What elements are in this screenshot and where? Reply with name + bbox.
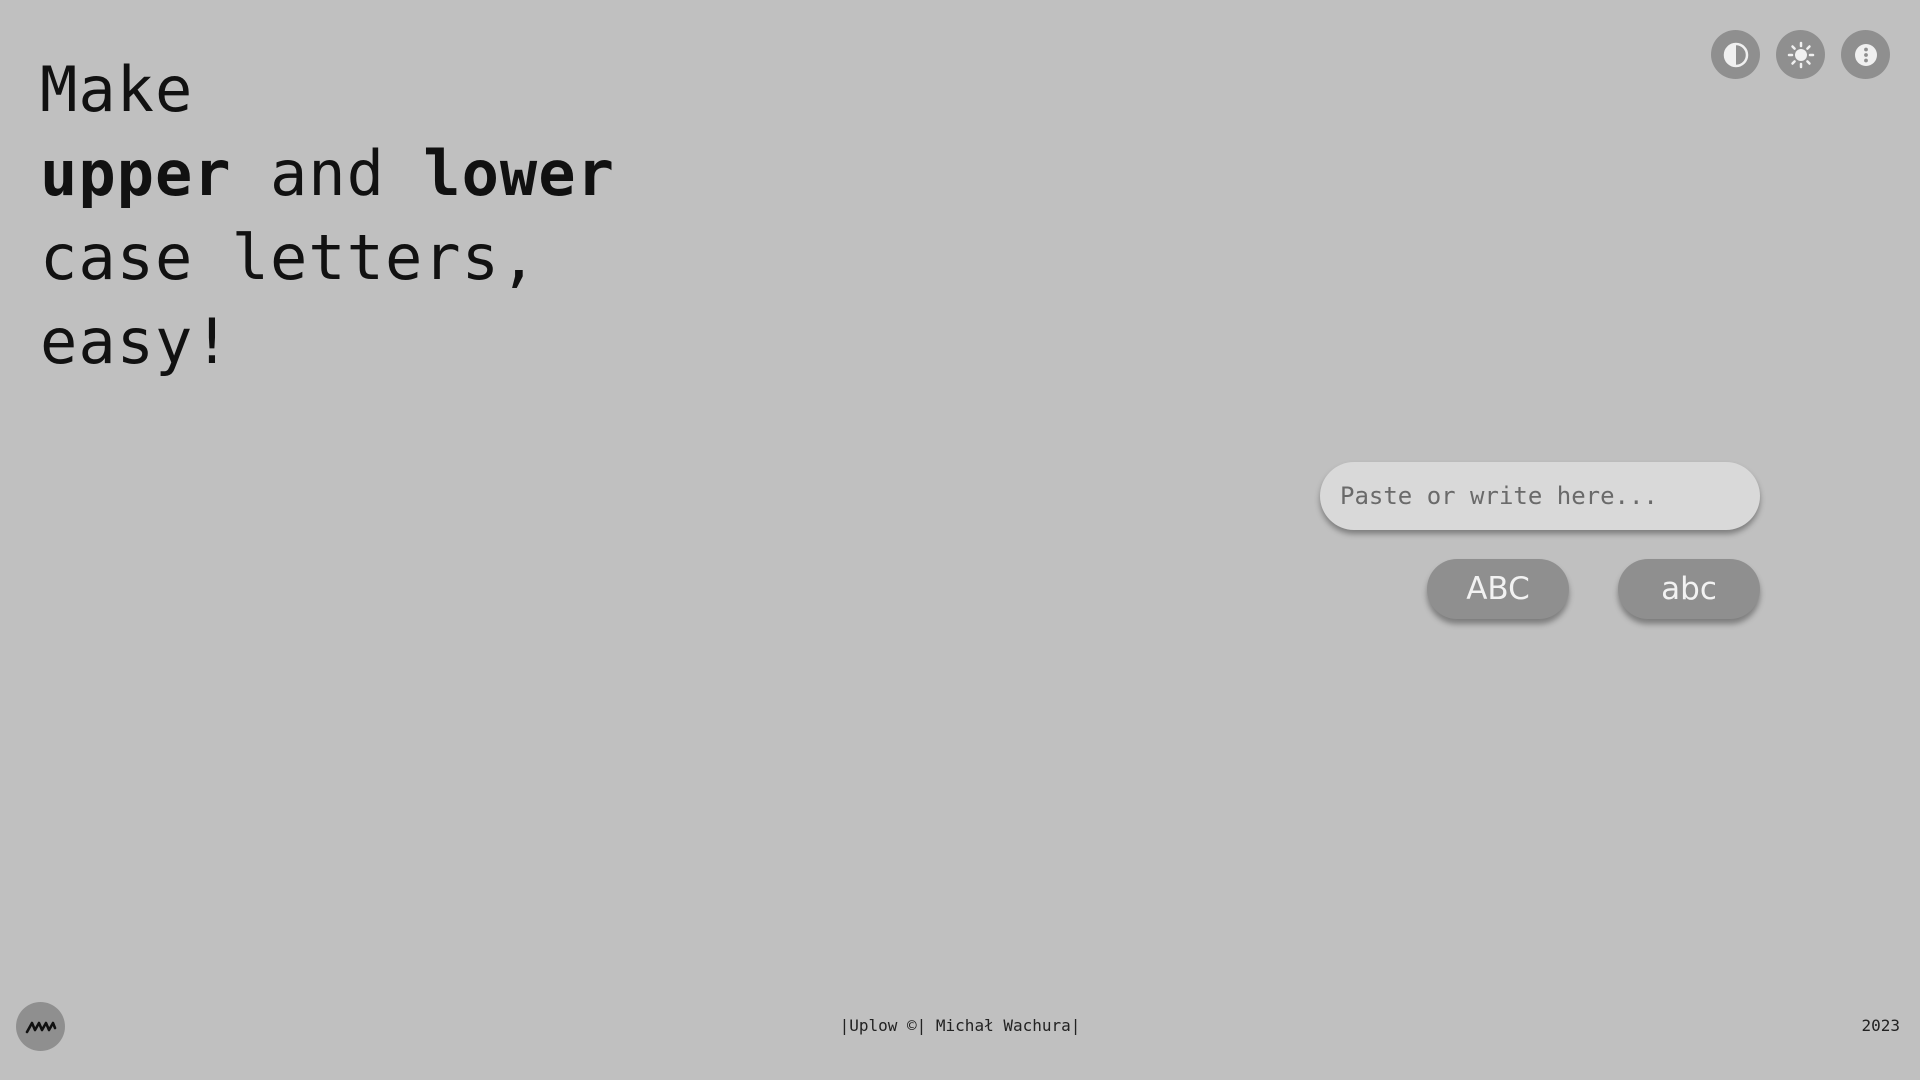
more-vertical-icon	[1854, 43, 1877, 66]
lowercase-button[interactable]: abc	[1618, 559, 1760, 619]
text-input[interactable]	[1320, 462, 1760, 530]
contrast-icon	[1723, 42, 1748, 67]
contrast-button[interactable]	[1711, 30, 1760, 79]
hero-line-1: Make	[40, 53, 194, 126]
hero-line-2: upper and lower	[40, 132, 615, 216]
brightness-icon	[1787, 41, 1814, 68]
hero-line-3: case letters,	[40, 221, 539, 294]
uppercase-button[interactable]: ABC	[1427, 559, 1569, 619]
hero-line-4: easy!	[40, 305, 232, 378]
hero-heading: Make upper and lower case letters, easy!	[40, 48, 615, 384]
hero-word-upper: upper	[40, 137, 232, 210]
hero-word-lower: lower	[423, 137, 615, 210]
top-actions	[1711, 30, 1890, 79]
footer-credit: |Uplow ©| Michał Wachura|	[839, 1016, 1081, 1035]
brightness-button[interactable]	[1776, 30, 1825, 79]
hero-word-and: and	[231, 137, 424, 210]
footer-year: 2023	[1861, 1016, 1900, 1035]
more-options-button[interactable]	[1841, 30, 1890, 79]
